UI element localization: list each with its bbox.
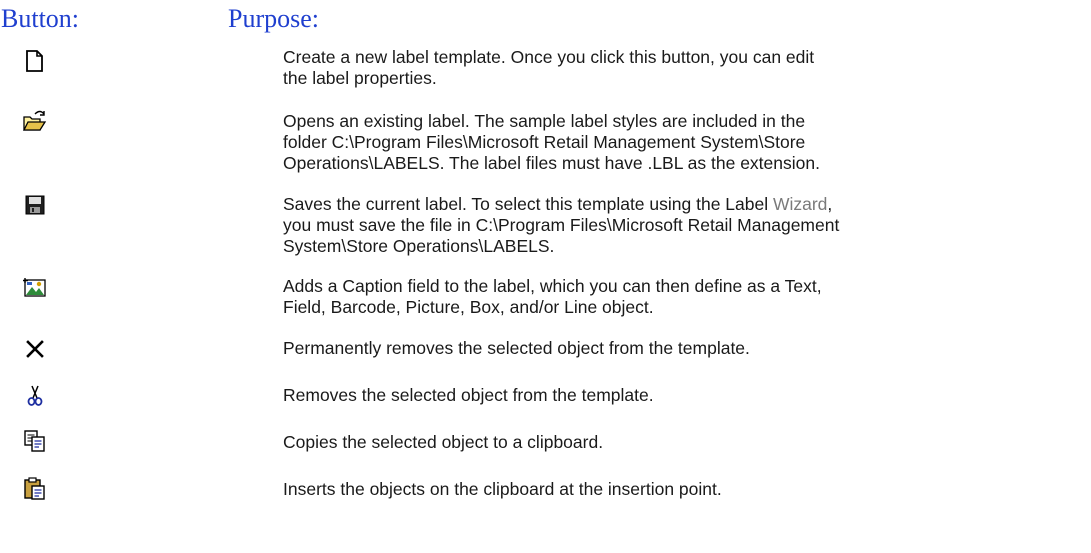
- add-caption-icon: [22, 275, 48, 301]
- row-description: Opens an existing label. The sample labe…: [283, 111, 820, 173]
- row-description: Removes the selected object from the tem…: [283, 385, 654, 405]
- delete-x-icon: [22, 336, 48, 362]
- save-disk-icon: [22, 192, 48, 218]
- button-column-header: Button:: [1, 4, 80, 33]
- copy-icon: [22, 428, 48, 454]
- row-description: Permanently removes the selected object …: [283, 338, 750, 358]
- open-folder-icon: [22, 108, 48, 134]
- table-header: Button: Purpose:: [0, 4, 1091, 38]
- row-description: Create a new label template. Once you cl…: [283, 47, 815, 88]
- paste-clipboard-icon: [22, 475, 48, 501]
- row-text-part: Saves the current label. To select this …: [283, 194, 773, 214]
- row-description: Adds a Caption field to the label, which…: [283, 276, 822, 317]
- label-wizard-text: Wizard: [772, 194, 828, 214]
- row-description: Saves the current label. To select this …: [283, 194, 843, 257]
- cut-scissors-icon: [22, 383, 48, 409]
- purpose-column-header: Purpose:: [228, 4, 319, 33]
- row-description: Copies the selected object to a clipboar…: [283, 432, 604, 452]
- new-document-icon: [22, 48, 48, 74]
- row-description: Inserts the objects on the clipboard at …: [283, 479, 722, 499]
